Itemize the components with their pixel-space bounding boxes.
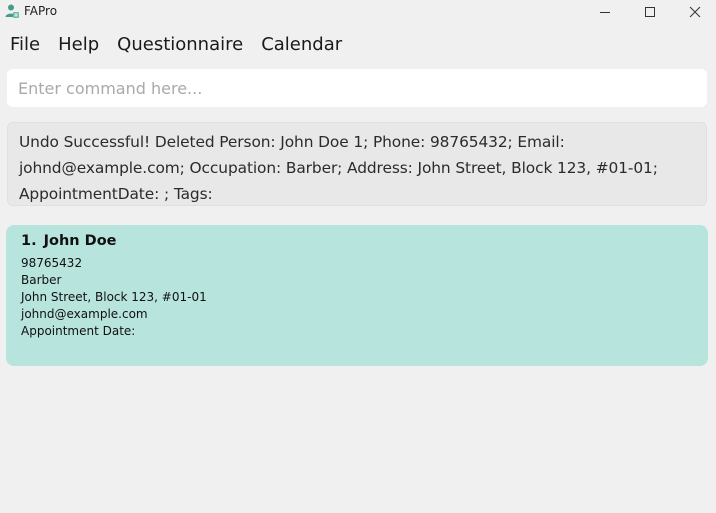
person-card-header: 1. John Doe (21, 233, 693, 255)
person-occupation: Barber (21, 273, 62, 287)
person-name: John Doe (43, 233, 117, 249)
menu-bar: File Help Questionnaire Calendar (0, 30, 351, 60)
person-email: johnd@example.com (21, 307, 148, 321)
person-index: 1. (21, 233, 37, 249)
minimize-button[interactable] (582, 0, 628, 24)
maximize-icon (644, 6, 656, 18)
menu-questionnaire[interactable]: Questionnaire (108, 30, 252, 60)
menu-file[interactable]: File (0, 30, 49, 60)
command-input[interactable] (7, 69, 707, 107)
title-bar[interactable]: FAPro (0, 0, 716, 24)
command-box (7, 69, 707, 107)
app-window: FAPro File Help Questionnaire Calendar U… (0, 0, 716, 513)
result-message: Undo Successful! Deleted Person: John Do… (19, 133, 658, 203)
menu-calendar[interactable]: Calendar (252, 30, 351, 60)
person-card[interactable]: 1. John Doe 98765432 Barber John Street,… (6, 225, 708, 366)
close-icon (689, 6, 701, 18)
close-button[interactable] (672, 0, 716, 24)
window-title: FAPro (24, 4, 58, 18)
person-phone: 98765432 (21, 256, 83, 270)
maximize-button[interactable] (627, 0, 673, 24)
person-address: John Street, Block 123, #01-01 (21, 290, 207, 304)
result-display[interactable]: Undo Successful! Deleted Person: John Do… (7, 122, 707, 206)
minimize-icon (599, 6, 611, 18)
person-appointment: Appointment Date: (21, 324, 136, 338)
app-person-icon (4, 3, 20, 19)
menu-help[interactable]: Help (49, 30, 108, 60)
